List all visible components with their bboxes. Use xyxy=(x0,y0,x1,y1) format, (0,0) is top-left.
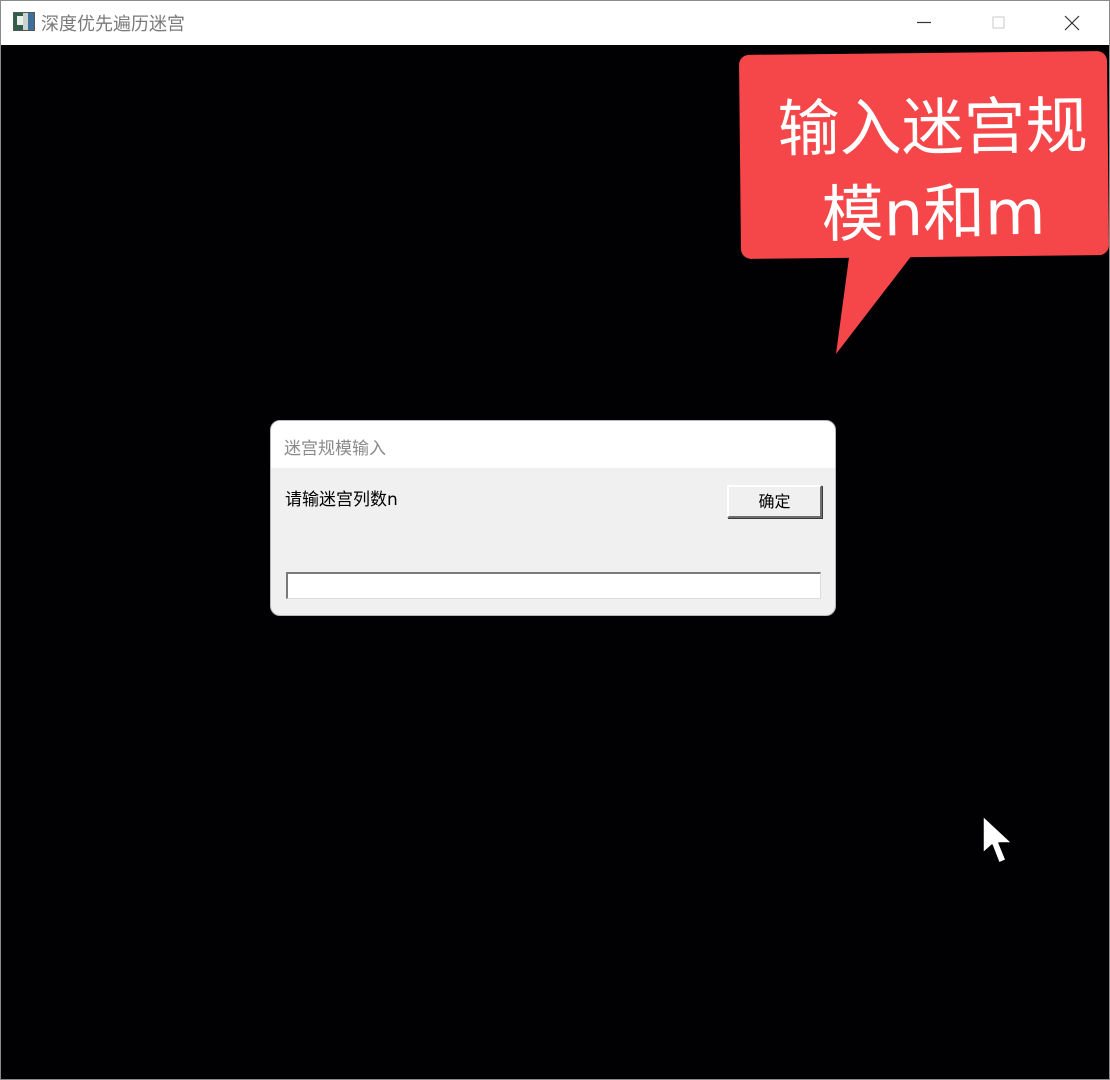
close-button[interactable] xyxy=(1042,1,1102,45)
dialog-title: 迷宫规模输入 xyxy=(284,439,386,459)
maze-app-icon xyxy=(13,12,35,31)
window-title: 深度优先遍历迷宫 xyxy=(41,14,185,35)
maze-size-dialog: 迷宫规模输入 请输迷宫列数n 确定 xyxy=(270,420,836,616)
window-titlebar[interactable]: 深度优先遍历迷宫 xyxy=(1,1,1109,45)
callout-pointer xyxy=(836,250,916,354)
maximize-button[interactable] xyxy=(968,1,1028,45)
callout-annotation: 输入迷宫规 模n和m xyxy=(738,51,1110,259)
ok-button[interactable]: 确定 xyxy=(727,485,822,518)
minimize-icon xyxy=(917,21,931,24)
maximize-icon xyxy=(992,16,1005,29)
close-icon xyxy=(1064,15,1080,31)
columns-input[interactable] xyxy=(286,572,821,599)
prompt-label: 请输迷宫列数n xyxy=(285,490,398,510)
minimize-button[interactable] xyxy=(894,1,954,45)
dialog-titlebar[interactable]: 迷宫规模输入 xyxy=(271,421,835,468)
callout-line-2: 模n和m xyxy=(821,175,1046,252)
callout-line-1: 输入迷宫规 xyxy=(777,89,1089,166)
mouse-pointer-icon xyxy=(982,815,1013,864)
